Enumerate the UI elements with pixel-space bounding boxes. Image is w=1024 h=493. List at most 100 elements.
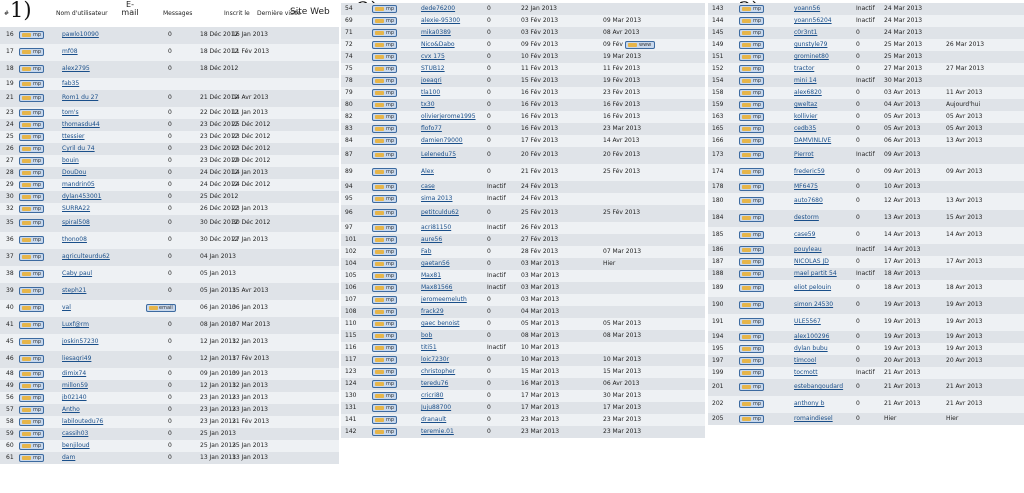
member-username-link[interactable]: Lelenedu75	[421, 151, 456, 159]
private-message-icon[interactable]	[739, 113, 764, 121]
member-username-link[interactable]: ULE5567	[794, 318, 821, 326]
private-message-icon[interactable]	[739, 5, 764, 13]
private-message-icon[interactable]	[372, 236, 397, 244]
private-message-icon[interactable]	[372, 248, 397, 256]
header-messages[interactable]: Messages	[163, 10, 192, 18]
private-message-icon[interactable]	[372, 151, 397, 159]
private-message-icon[interactable]	[739, 284, 764, 292]
member-username-link[interactable]: cedb35	[794, 125, 816, 133]
private-message-icon[interactable]	[372, 284, 397, 292]
member-username-link[interactable]: steph21	[62, 287, 86, 295]
member-username-link[interactable]: estebangoudard	[794, 383, 843, 391]
member-username-link[interactable]: acri81150	[421, 224, 451, 232]
private-message-icon[interactable]	[739, 231, 764, 239]
member-username-link[interactable]: bob	[421, 332, 432, 340]
member-username-link[interactable]: petitculdu62	[421, 209, 459, 217]
member-username-link[interactable]: STUB12	[421, 65, 445, 73]
member-username-link[interactable]: bouin	[62, 157, 79, 165]
member-username-link[interactable]: anthony b	[794, 400, 824, 408]
member-username-link[interactable]: dranault	[421, 416, 446, 424]
member-username-link[interactable]: sima 2013	[421, 195, 453, 203]
member-username-link[interactable]: dylan453001	[62, 193, 101, 201]
member-username-link[interactable]: millon59	[62, 382, 88, 390]
member-username-link[interactable]: teredu76	[421, 380, 448, 388]
member-username-link[interactable]: Juju88700	[421, 404, 451, 412]
private-message-icon[interactable]	[372, 125, 397, 133]
member-username-link[interactable]: mini 14	[794, 77, 817, 85]
member-username-link[interactable]: cricri80	[421, 392, 444, 400]
private-message-icon[interactable]	[19, 430, 44, 438]
private-message-icon[interactable]	[372, 224, 397, 232]
member-username-link[interactable]: mandrin05	[62, 181, 95, 189]
email-icon[interactable]	[146, 304, 176, 312]
member-username-link[interactable]: val	[62, 304, 71, 312]
private-message-icon[interactable]	[739, 214, 764, 222]
private-message-icon[interactable]	[739, 65, 764, 73]
private-message-icon[interactable]	[739, 318, 764, 326]
private-message-icon[interactable]	[19, 205, 44, 213]
private-message-icon[interactable]	[372, 89, 397, 97]
private-message-icon[interactable]	[19, 442, 44, 450]
member-username-link[interactable]: joeagri	[421, 77, 442, 85]
private-message-icon[interactable]	[739, 258, 764, 266]
private-message-icon[interactable]	[372, 168, 397, 176]
member-username-link[interactable]: christopher	[421, 368, 455, 376]
private-message-icon[interactable]	[739, 137, 764, 145]
member-username-link[interactable]: spiral508	[62, 219, 90, 227]
member-username-link[interactable]: Alex	[421, 168, 434, 176]
private-message-icon[interactable]	[372, 296, 397, 304]
private-message-icon[interactable]	[19, 157, 44, 165]
member-username-link[interactable]: damien79000	[421, 137, 463, 145]
member-username-link[interactable]: Antho	[62, 406, 80, 414]
member-username-link[interactable]: liesagri49	[62, 355, 91, 363]
member-username-link[interactable]: pawlo10090	[62, 31, 99, 39]
header-joined[interactable]: Inscrit le	[224, 10, 250, 18]
private-message-icon[interactable]	[372, 260, 397, 268]
private-message-icon[interactable]	[739, 101, 764, 109]
member-username-link[interactable]: tocmott	[794, 369, 818, 377]
member-username-link[interactable]: Luxf@rm	[62, 321, 89, 329]
private-message-icon[interactable]	[372, 113, 397, 121]
private-message-icon[interactable]	[19, 80, 44, 88]
member-username-link[interactable]: gaetan56	[421, 260, 450, 268]
member-username-link[interactable]: Cyril du 74	[62, 145, 95, 153]
member-username-link[interactable]: simon 24530	[794, 301, 833, 309]
member-username-link[interactable]: jb02140	[62, 394, 87, 402]
member-username-link[interactable]: Pierrot	[794, 151, 814, 159]
member-username-link[interactable]: NICOLAS JD	[794, 258, 829, 266]
private-message-icon[interactable]	[372, 137, 397, 145]
member-username-link[interactable]: thono08	[62, 236, 87, 244]
member-username-link[interactable]: loic7230r	[421, 356, 449, 364]
private-message-icon[interactable]	[739, 41, 764, 49]
member-username-link[interactable]: flofo77	[421, 125, 442, 133]
member-username-link[interactable]: fab35	[62, 80, 79, 88]
private-message-icon[interactable]	[372, 344, 397, 352]
member-username-link[interactable]: Rom1 du 27	[62, 94, 98, 102]
member-username-link[interactable]: gaec benoist	[421, 320, 460, 328]
private-message-icon[interactable]	[739, 357, 764, 365]
member-username-link[interactable]: ttessier	[62, 133, 84, 141]
private-message-icon[interactable]	[372, 392, 397, 400]
private-message-icon[interactable]	[19, 454, 44, 462]
member-username-link[interactable]: mf08	[62, 48, 78, 56]
member-username-link[interactable]: mael partit 54	[794, 270, 837, 278]
member-username-link[interactable]: titi51	[421, 344, 437, 352]
private-message-icon[interactable]	[372, 368, 397, 376]
private-message-icon[interactable]	[739, 345, 764, 353]
private-message-icon[interactable]	[19, 287, 44, 295]
member-username-link[interactable]: gweltaz	[794, 101, 817, 109]
member-username-link[interactable]: Fab	[421, 248, 431, 256]
header-username[interactable]: Nom d'utilisateur	[56, 10, 108, 18]
private-message-icon[interactable]	[372, 272, 397, 280]
private-message-icon[interactable]	[19, 321, 44, 329]
private-message-icon[interactable]	[739, 125, 764, 133]
member-username-link[interactable]: benjiloud	[62, 442, 90, 450]
private-message-icon[interactable]	[19, 65, 44, 73]
member-username-link[interactable]: timcool	[794, 357, 816, 365]
private-message-icon[interactable]	[372, 65, 397, 73]
private-message-icon[interactable]	[372, 183, 397, 191]
private-message-icon[interactable]	[739, 369, 764, 377]
member-username-link[interactable]: joskin57230	[62, 338, 99, 346]
private-message-icon[interactable]	[19, 133, 44, 141]
member-username-link[interactable]: tom's	[62, 109, 79, 117]
